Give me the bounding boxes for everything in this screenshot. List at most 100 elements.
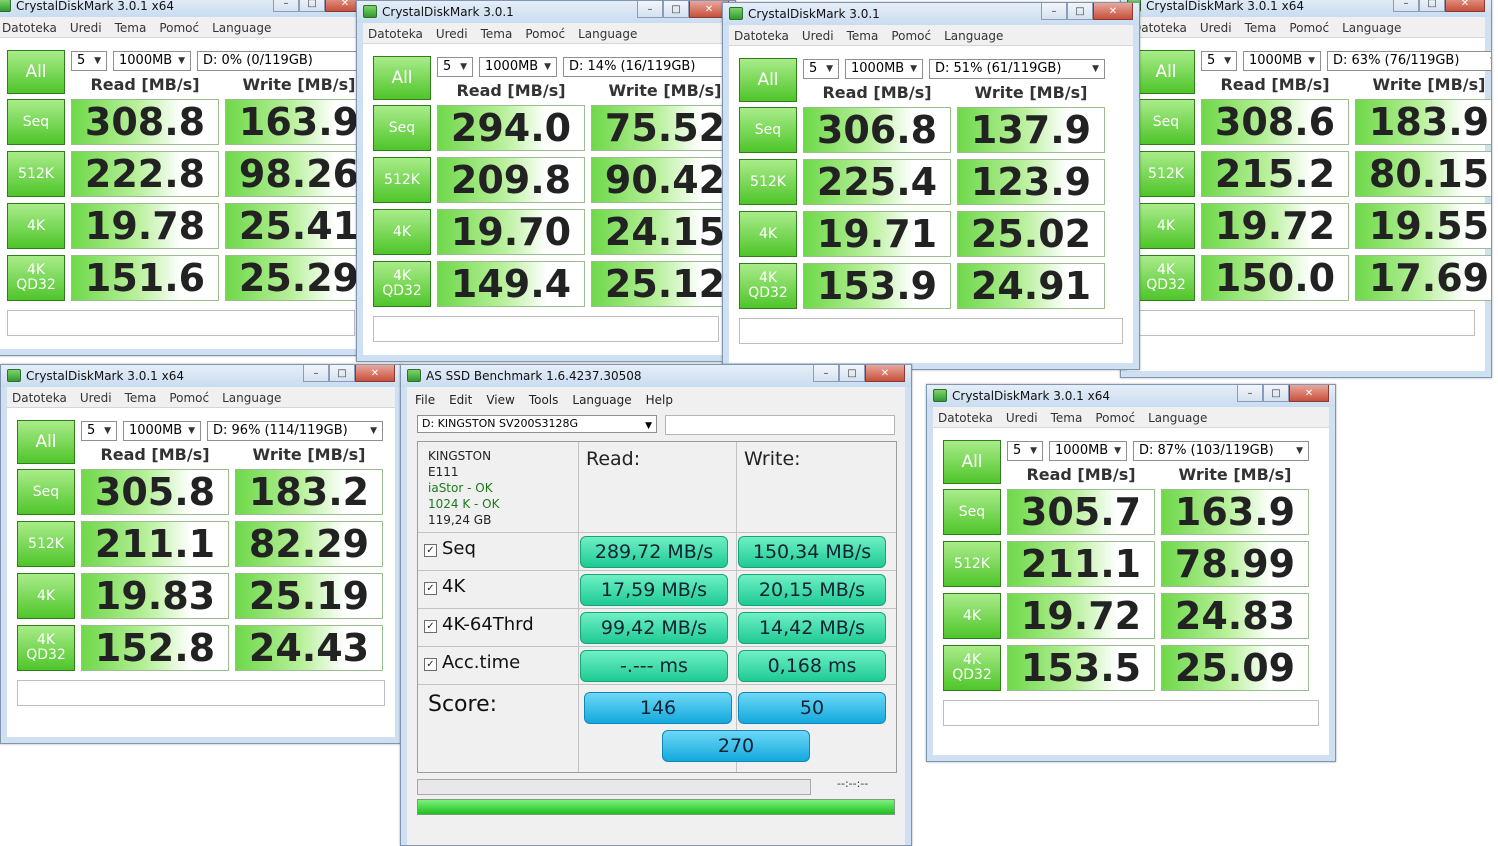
menu-item[interactable]: Datoteka <box>2 21 57 35</box>
menu-item[interactable]: Language <box>222 391 281 405</box>
4kqd32-button[interactable]: 4K QD32 <box>943 645 1001 691</box>
minimize-button[interactable]: – <box>273 0 299 12</box>
menu-item[interactable]: Language <box>1342 21 1401 35</box>
4kqd32-button[interactable]: 4K QD32 <box>739 263 797 309</box>
close-button[interactable]: ✕ <box>865 365 905 382</box>
comment-field[interactable] <box>1137 310 1475 336</box>
minimize-button[interactable]: – <box>813 365 839 382</box>
menu-item[interactable]: Uredi <box>70 21 102 35</box>
comment-field[interactable] <box>943 700 1319 726</box>
seq-button[interactable]: Seq <box>7 99 65 145</box>
menu-item[interactable]: Datoteka <box>12 391 67 405</box>
menu-item[interactable]: Pomoć <box>525 27 565 41</box>
seq-button[interactable]: Seq <box>739 107 797 153</box>
drive-select[interactable]: D: 96% (114/119GB) ▼ <box>207 420 383 441</box>
acctime-checkbox[interactable]: ✓ <box>424 658 437 671</box>
runs-select[interactable]: 5 ▼ <box>437 56 473 77</box>
menu-view[interactable]: View <box>486 393 514 407</box>
runs-select[interactable]: 5 ▼ <box>71 50 107 71</box>
menu-item[interactable]: Uredi <box>80 391 112 405</box>
drive-select[interactable]: D: 14% (16/119GB)▼ <box>563 56 735 77</box>
menu-item[interactable]: Pomoć <box>891 29 931 43</box>
size-select[interactable]: 1000MB ▼ <box>1243 50 1321 71</box>
close-button[interactable]: ✕ <box>1289 385 1329 402</box>
menu-file[interactable]: File <box>415 393 435 407</box>
menu-item[interactable]: Tema <box>1051 411 1083 425</box>
512k-button[interactable]: 512K <box>7 151 65 197</box>
minimize-button[interactable]: – <box>303 365 329 382</box>
all-button[interactable]: All <box>17 420 75 464</box>
menu-item[interactable]: Pomoć <box>1095 411 1135 425</box>
512k-button[interactable]: 512K <box>943 541 1001 587</box>
cdm-titlebar[interactable]: CrystalDiskMark 3.0.1 x64– □ ✕ <box>1121 0 1491 17</box>
4k-button[interactable]: 4K <box>943 593 1001 639</box>
menu-item[interactable]: Datoteka <box>734 29 789 43</box>
cdm-titlebar[interactable]: CrystalDiskMark 3.0.1– □ ✕ <box>723 3 1139 25</box>
comment-field[interactable] <box>7 310 355 336</box>
menu-item[interactable]: Uredi <box>1006 411 1038 425</box>
4kqd32-button[interactable]: 4K QD32 <box>1137 255 1195 301</box>
512k-button[interactable]: 512K <box>373 157 431 203</box>
4k-button[interactable]: 4K <box>1137 203 1195 249</box>
cdm-titlebar[interactable]: CrystalDiskMark 3.0.1 x64– □ ✕ <box>1 365 401 387</box>
menu-item[interactable]: Datoteka <box>1132 21 1187 35</box>
4kqd32-button[interactable]: 4K QD32 <box>17 625 75 671</box>
maximize-button[interactable]: □ <box>1419 0 1445 12</box>
close-button[interactable]: ✕ <box>355 365 395 382</box>
menu-tools[interactable]: Tools <box>529 393 559 407</box>
menu-item[interactable]: Language <box>212 21 271 35</box>
size-select[interactable]: 1000MB ▼ <box>845 58 923 79</box>
menu-item[interactable]: Datoteka <box>368 27 423 41</box>
maximize-button[interactable]: □ <box>1067 3 1093 20</box>
size-select[interactable]: 1000MB ▼ <box>123 420 201 441</box>
menu-item[interactable]: Tema <box>115 21 147 35</box>
maximize-button[interactable]: □ <box>329 365 355 382</box>
menu-item[interactable]: Datoteka <box>938 411 993 425</box>
cdm-titlebar[interactable]: CrystalDiskMark 3.0.1– □ ✕ <box>357 1 735 23</box>
all-button[interactable]: All <box>739 58 797 102</box>
menu-item[interactable]: Language <box>1148 411 1207 425</box>
4kqd32-button[interactable]: 4K QD32 <box>373 261 431 307</box>
cdm-titlebar[interactable]: CrystalDiskMark 3.0.1 x64– □ ✕ <box>927 385 1335 407</box>
minimize-button[interactable]: – <box>1041 3 1067 20</box>
4kqd32-button[interactable]: 4K QD32 <box>7 255 65 301</box>
menu-item[interactable]: Tema <box>847 29 879 43</box>
4k-checkbox[interactable]: ✓ <box>424 582 437 595</box>
close-button[interactable]: ✕ <box>1093 3 1133 20</box>
4k64-checkbox[interactable]: ✓ <box>424 620 437 633</box>
runs-select[interactable]: 5 ▼ <box>803 58 839 79</box>
menu-item[interactable]: Pomoć <box>169 391 209 405</box>
cdm-titlebar[interactable]: CrystalDiskMark 3.0.1 x64– □ ✕ <box>0 0 371 17</box>
maximize-button[interactable]: □ <box>663 1 689 18</box>
size-select[interactable]: 1000MB ▼ <box>1049 440 1127 461</box>
menu-item[interactable]: Pomoć <box>159 21 199 35</box>
all-button[interactable]: All <box>373 56 431 100</box>
seq-checkbox[interactable]: ✓ <box>424 544 437 557</box>
menu-item[interactable]: Pomoć <box>1289 21 1329 35</box>
seq-button[interactable]: Seq <box>1137 99 1195 145</box>
maximize-button[interactable]: □ <box>839 365 865 382</box>
menu-item[interactable]: Language <box>944 29 1003 43</box>
comment-field[interactable] <box>739 318 1123 344</box>
4k-button[interactable]: 4K <box>17 573 75 619</box>
menu-item[interactable]: Tema <box>1245 21 1277 35</box>
menu-item[interactable]: Uredi <box>436 27 468 41</box>
runs-select[interactable]: 5 ▼ <box>1201 50 1237 71</box>
comment-field[interactable] <box>17 680 385 706</box>
menu-edit[interactable]: Edit <box>449 393 472 407</box>
drive-select[interactable]: D: 51% (61/119GB) ▼ <box>929 58 1105 79</box>
menu-item[interactable]: Tema <box>125 391 157 405</box>
seq-button[interactable]: Seq <box>943 489 1001 535</box>
seq-button[interactable]: Seq <box>17 469 75 515</box>
runs-select[interactable]: 5 ▼ <box>1007 440 1043 461</box>
4k-button[interactable]: 4K <box>739 211 797 257</box>
comment-field[interactable] <box>373 316 719 342</box>
all-button[interactable]: All <box>1137 50 1195 94</box>
all-button[interactable]: All <box>7 50 65 94</box>
runs-select[interactable]: 5 ▼ <box>81 420 117 441</box>
drive-select[interactable]: D: KINGSTON SV200S3128G ▼ <box>417 415 657 433</box>
maximize-button[interactable]: □ <box>299 0 325 12</box>
drive-select[interactable]: D: 63% (76/119GB) ▼ <box>1327 50 1491 71</box>
menu-help[interactable]: Help <box>646 393 673 407</box>
512k-button[interactable]: 512K <box>1137 151 1195 197</box>
